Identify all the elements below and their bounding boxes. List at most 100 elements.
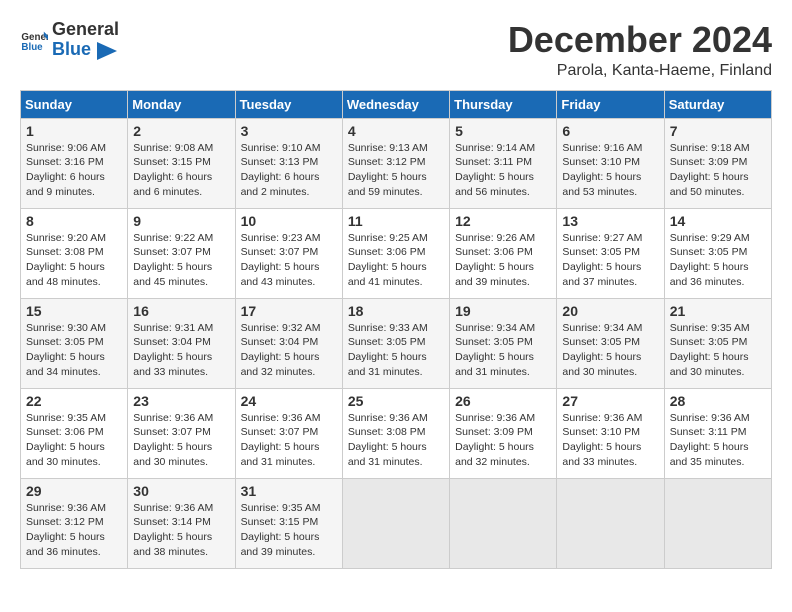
col-sunday: Sunday xyxy=(21,90,128,118)
cell-line: Sunset: 3:04 PM xyxy=(133,335,229,350)
cell-line: Sunrise: 9:06 AM xyxy=(26,141,122,156)
table-row: 26Sunrise: 9:36 AMSunset: 3:09 PMDayligh… xyxy=(450,388,557,478)
cell-line: and 53 minutes. xyxy=(562,185,658,200)
col-monday: Monday xyxy=(128,90,235,118)
cell-content: Sunrise: 9:14 AMSunset: 3:11 PMDaylight:… xyxy=(455,141,551,200)
cell-content: Sunrise: 9:10 AMSunset: 3:13 PMDaylight:… xyxy=(241,141,337,200)
cell-line: Sunrise: 9:35 AM xyxy=(670,321,766,336)
table-row: 7 Sunrise: 9:18 AMSunset: 3:09 PMDaylight… xyxy=(664,118,771,208)
cell-line: and 33 minutes. xyxy=(562,455,658,470)
cell-line: and 56 minutes. xyxy=(455,185,551,200)
cell-content: Sunrise: 9:35 AMSunset: 3:05 PMDaylight:… xyxy=(670,321,766,380)
table-row: 4Sunrise: 9:13 AMSunset: 3:12 PMDaylight… xyxy=(342,118,449,208)
day-number: 27 xyxy=(562,393,658,409)
cell-line: Sunrise: 9:35 AM xyxy=(241,501,337,516)
day-number: 6 xyxy=(562,123,658,139)
cell-line: Daylight: 5 hours xyxy=(348,260,444,275)
cell-line: Daylight: 6 hours xyxy=(133,170,229,185)
cell-line: Daylight: 5 hours xyxy=(241,260,337,275)
cell-line: and 32 minutes. xyxy=(455,455,551,470)
cell-line: Daylight: 5 hours xyxy=(133,350,229,365)
cell-line: and 45 minutes. xyxy=(133,275,229,290)
cell-line: Sunrise: 9:23 AM xyxy=(241,231,337,246)
calendar-week-row: 29 Sunrise: 9:36 AMSunset: 3:12 PMDayligh… xyxy=(21,478,772,568)
cell-line: Sunrise: 9:14 AM xyxy=(455,141,551,156)
table-row: 27Sunrise: 9:36 AMSunset: 3:10 PMDayligh… xyxy=(557,388,664,478)
cell-line: and 33 minutes. xyxy=(133,365,229,380)
cell-content: Sunrise: 9:30 AMSunset: 3:05 PMDaylight:… xyxy=(26,321,122,380)
cell-line: and 50 minutes. xyxy=(670,185,766,200)
cell-line: and 2 minutes. xyxy=(241,185,337,200)
col-thursday: Thursday xyxy=(450,90,557,118)
cell-content: Sunrise: 9:36 AMSunset: 3:09 PMDaylight:… xyxy=(455,411,551,470)
cell-line: Daylight: 5 hours xyxy=(241,440,337,455)
table-row: 20Sunrise: 9:34 AMSunset: 3:05 PMDayligh… xyxy=(557,298,664,388)
cell-line: Sunrise: 9:36 AM xyxy=(670,411,766,426)
cell-line: Sunset: 3:09 PM xyxy=(455,425,551,440)
cell-line: Sunset: 3:13 PM xyxy=(241,155,337,170)
table-row: 31 Sunrise: 9:35 AMSunset: 3:15 PMDayligh… xyxy=(235,478,342,568)
cell-content: Sunrise: 9:18 AMSunset: 3:09 PMDaylight:… xyxy=(670,141,766,200)
cell-content: Sunrise: 9:16 AMSunset: 3:10 PMDaylight:… xyxy=(562,141,658,200)
cell-line: and 31 minutes. xyxy=(348,365,444,380)
table-row: 23Sunrise: 9:36 AMSunset: 3:07 PMDayligh… xyxy=(128,388,235,478)
cell-line: Sunset: 3:14 PM xyxy=(133,515,229,530)
cell-line: Sunset: 3:05 PM xyxy=(455,335,551,350)
cell-line: Daylight: 5 hours xyxy=(241,350,337,365)
cell-line: and 30 minutes. xyxy=(670,365,766,380)
cell-line: Daylight: 5 hours xyxy=(241,530,337,545)
table-row: 9Sunrise: 9:22 AMSunset: 3:07 PMDaylight… xyxy=(128,208,235,298)
cell-line: Daylight: 5 hours xyxy=(348,170,444,185)
day-number: 7 xyxy=(670,123,766,139)
table-row: 12Sunrise: 9:26 AMSunset: 3:06 PMDayligh… xyxy=(450,208,557,298)
calendar-week-row: 22Sunrise: 9:35 AMSunset: 3:06 PMDayligh… xyxy=(21,388,772,478)
cell-line: Sunrise: 9:35 AM xyxy=(26,411,122,426)
cell-line: and 59 minutes. xyxy=(348,185,444,200)
day-number: 31 xyxy=(241,483,337,499)
day-number: 9 xyxy=(133,213,229,229)
day-number: 18 xyxy=(348,303,444,319)
cell-line: Sunrise: 9:36 AM xyxy=(455,411,551,426)
cell-content: Sunrise: 9:27 AMSunset: 3:05 PMDaylight:… xyxy=(562,231,658,290)
cell-content: Sunrise: 9:36 AMSunset: 3:12 PMDaylight:… xyxy=(26,501,122,560)
table-row: 10Sunrise: 9:23 AMSunset: 3:07 PMDayligh… xyxy=(235,208,342,298)
cell-line: Sunset: 3:07 PM xyxy=(241,425,337,440)
cell-line: Daylight: 5 hours xyxy=(670,170,766,185)
calendar-week-row: 15 Sunrise: 9:30 AMSunset: 3:05 PMDayligh… xyxy=(21,298,772,388)
table-row: 11Sunrise: 9:25 AMSunset: 3:06 PMDayligh… xyxy=(342,208,449,298)
day-number: 28 xyxy=(670,393,766,409)
day-number: 15 xyxy=(26,303,122,319)
cell-line: Sunrise: 9:20 AM xyxy=(26,231,122,246)
table-row: 13Sunrise: 9:27 AMSunset: 3:05 PMDayligh… xyxy=(557,208,664,298)
cell-content: Sunrise: 9:20 AMSunset: 3:08 PMDaylight:… xyxy=(26,231,122,290)
cell-line: Sunrise: 9:36 AM xyxy=(26,501,122,516)
logo-blue-text: Blue xyxy=(52,39,91,59)
cell-content: Sunrise: 9:35 AMSunset: 3:15 PMDaylight:… xyxy=(241,501,337,560)
cell-content: Sunrise: 9:36 AMSunset: 3:14 PMDaylight:… xyxy=(133,501,229,560)
cell-line: Daylight: 5 hours xyxy=(26,260,122,275)
cell-content: Sunrise: 9:36 AMSunset: 3:11 PMDaylight:… xyxy=(670,411,766,470)
logo-general-text: General xyxy=(52,19,119,39)
cell-line: Sunrise: 9:26 AM xyxy=(455,231,551,246)
cell-line: and 35 minutes. xyxy=(670,455,766,470)
day-number: 4 xyxy=(348,123,444,139)
day-number: 19 xyxy=(455,303,551,319)
cell-content: Sunrise: 9:33 AMSunset: 3:05 PMDaylight:… xyxy=(348,321,444,380)
cell-line: Sunset: 3:09 PM xyxy=(670,155,766,170)
table-row: 21 Sunrise: 9:35 AMSunset: 3:05 PMDayligh… xyxy=(664,298,771,388)
table-row: 8Sunrise: 9:20 AMSunset: 3:08 PMDaylight… xyxy=(21,208,128,298)
cell-line: Sunrise: 9:36 AM xyxy=(562,411,658,426)
cell-line: Sunset: 3:15 PM xyxy=(241,515,337,530)
cell-line: Sunset: 3:07 PM xyxy=(133,425,229,440)
cell-line: Sunrise: 9:29 AM xyxy=(670,231,766,246)
table-row: 1Sunrise: 9:06 AMSunset: 3:16 PMDaylight… xyxy=(21,118,128,208)
day-number: 16 xyxy=(133,303,229,319)
svg-text:Blue: Blue xyxy=(21,42,43,53)
day-number: 14 xyxy=(670,213,766,229)
cell-line: Sunrise: 9:34 AM xyxy=(562,321,658,336)
col-saturday: Saturday xyxy=(664,90,771,118)
cell-content: Sunrise: 9:34 AMSunset: 3:05 PMDaylight:… xyxy=(562,321,658,380)
day-number: 21 xyxy=(670,303,766,319)
day-number: 29 xyxy=(26,483,122,499)
cell-line: Daylight: 5 hours xyxy=(562,170,658,185)
